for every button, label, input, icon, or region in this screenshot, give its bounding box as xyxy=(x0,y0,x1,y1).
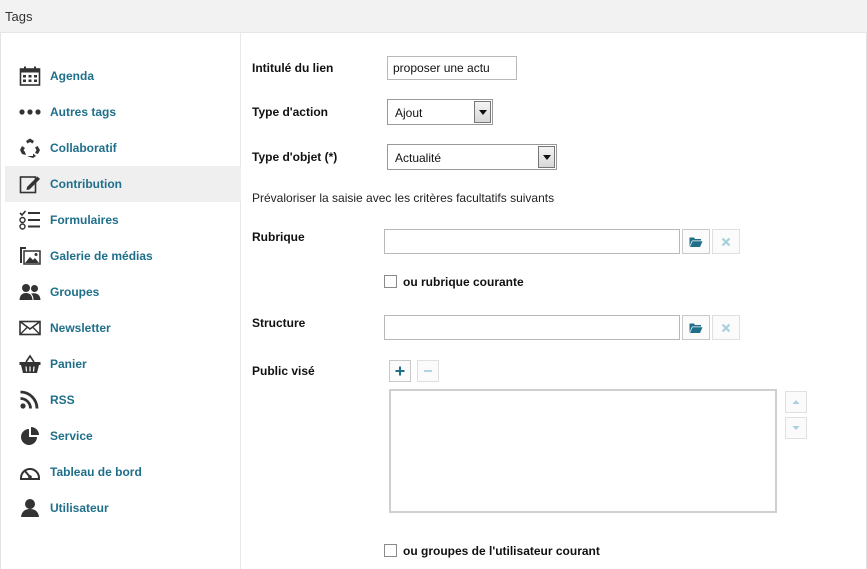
sidebar-item-newsletter[interactable]: Newsletter xyxy=(5,310,241,346)
current-rubrique-label: ou rubrique courante xyxy=(403,275,524,289)
close-icon xyxy=(721,323,731,332)
prefill-description: Prévaloriser la saisie avec les critères… xyxy=(252,191,555,205)
sidebar-item-rss[interactable]: RSS xyxy=(5,382,241,418)
sidebar-item-label: Groupes xyxy=(50,285,100,299)
chevron-down-icon xyxy=(792,426,800,430)
sidebar-item-label: Agenda xyxy=(50,69,95,83)
rubrique-input[interactable] xyxy=(384,229,680,254)
sidebar-item-label: RSS xyxy=(50,393,75,407)
sidebar-item-groupes[interactable]: Groupes xyxy=(5,274,241,310)
plus-icon xyxy=(395,366,405,376)
chevron-down-icon[interactable] xyxy=(538,146,555,168)
current-user-groups-checkbox[interactable] xyxy=(384,544,397,557)
object-type-label: Type d'objet (*) xyxy=(252,150,338,164)
object-type-value: Actualité xyxy=(395,151,442,165)
sidebar-item-tableau-de-bord[interactable]: Tableau de bord xyxy=(5,454,241,490)
sidebar-item-label: Panier xyxy=(50,357,87,371)
audience-label: Public visé xyxy=(252,364,315,378)
sidebar-item-label: Newsletter xyxy=(50,321,111,335)
sidebar-item-label: Collaboratif xyxy=(50,141,117,155)
group-icon xyxy=(19,284,41,300)
sidebar-item-label: Service xyxy=(50,429,93,443)
sidebar-item-formulaires[interactable]: Formulaires xyxy=(5,202,241,238)
link-input[interactable] xyxy=(387,56,517,80)
sidebar-item-autres-tags[interactable]: Autres tags xyxy=(5,94,241,130)
action-type-value: Ajout xyxy=(395,106,423,120)
minus-icon xyxy=(424,370,432,372)
structure-clear-button[interactable] xyxy=(712,315,740,340)
sidebar-item-galerie-medias[interactable]: Galerie de médias xyxy=(5,238,241,274)
audience-listbox[interactable] xyxy=(389,389,777,513)
structure-input[interactable] xyxy=(384,315,680,340)
sidebar-item-label: Contribution xyxy=(50,177,122,191)
sidebar: Agenda Autres tags Collaboratif Contribu… xyxy=(1,33,241,569)
current-user-groups-label: ou groupes de l'utilisateur courant xyxy=(403,544,600,558)
window-title: Tags xyxy=(5,9,33,24)
user-icon xyxy=(21,499,39,517)
recycle-icon xyxy=(20,138,40,158)
sidebar-item-panier[interactable]: Panier xyxy=(5,346,241,382)
envelope-icon xyxy=(19,320,41,336)
window-titlebar: Tags xyxy=(0,0,867,33)
sidebar-item-label: Autres tags xyxy=(50,105,117,119)
form-list-icon xyxy=(19,210,40,230)
sidebar-item-agenda[interactable]: Agenda xyxy=(5,58,241,94)
pie-chart-icon xyxy=(21,427,39,445)
rubrique-label: Rubrique xyxy=(252,230,305,244)
move-down-button[interactable] xyxy=(785,417,807,439)
edit-icon xyxy=(19,176,40,194)
structure-browse-button[interactable] xyxy=(682,315,710,340)
basket-icon xyxy=(19,354,41,373)
rss-icon xyxy=(20,390,39,409)
sidebar-item-label: Tableau de bord xyxy=(50,465,142,479)
structure-label: Structure xyxy=(252,316,306,330)
move-up-button[interactable] xyxy=(785,391,807,413)
dashboard-icon xyxy=(20,468,40,480)
more-dots-icon xyxy=(19,109,41,115)
sidebar-item-service[interactable]: Service xyxy=(5,418,241,454)
media-gallery-icon xyxy=(20,247,41,265)
action-type-label: Type d'action xyxy=(252,105,328,119)
audience-add-button[interactable] xyxy=(389,360,411,382)
chevron-down-icon[interactable] xyxy=(474,101,491,123)
calendar-icon xyxy=(19,66,41,86)
current-rubrique-checkbox[interactable] xyxy=(384,275,397,288)
folder-open-icon xyxy=(689,323,703,333)
chevron-up-icon xyxy=(792,400,800,404)
folder-open-icon xyxy=(689,237,703,247)
rubrique-browse-button[interactable] xyxy=(682,229,710,254)
close-icon xyxy=(721,237,731,246)
sidebar-item-label: Galerie de médias xyxy=(50,249,153,263)
sidebar-item-label: Formulaires xyxy=(50,213,119,227)
sidebar-item-collaboratif[interactable]: Collaboratif xyxy=(5,130,241,166)
action-type-select[interactable]: Ajout xyxy=(387,99,493,125)
sidebar-item-label: Utilisateur xyxy=(50,501,109,515)
sidebar-item-utilisateur[interactable]: Utilisateur xyxy=(5,490,241,526)
sidebar-item-contribution[interactable]: Contribution xyxy=(5,166,241,202)
object-type-select[interactable]: Actualité xyxy=(387,144,557,170)
link-label: Intitulé du lien xyxy=(252,61,334,75)
rubrique-clear-button[interactable] xyxy=(712,229,740,254)
audience-remove-button[interactable] xyxy=(417,360,439,382)
